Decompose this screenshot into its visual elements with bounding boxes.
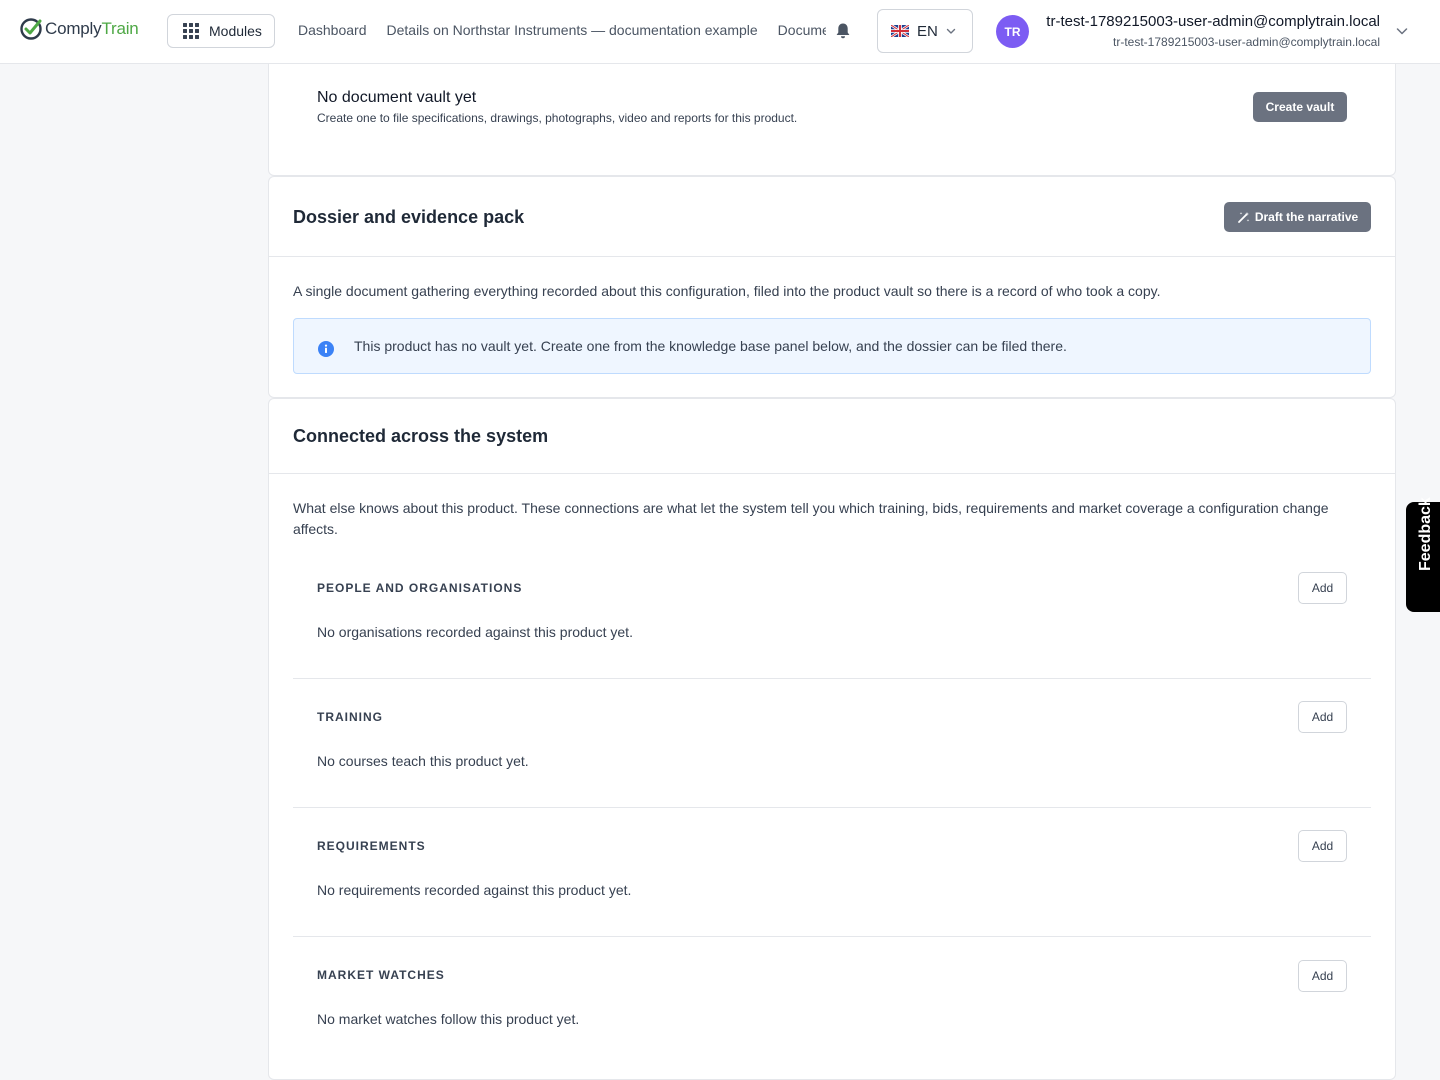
add-requirement-button[interactable]: Add xyxy=(1298,830,1347,862)
dossier-description: A single document gathering everything r… xyxy=(293,283,1161,299)
draft-narrative-label: Draft the narrative xyxy=(1254,210,1359,224)
breadcrumb-documentation[interactable]: Documentation xyxy=(778,22,826,42)
requirements-section: REQUIREMENTS Add No requirements recorde… xyxy=(293,808,1371,937)
draft-narrative-button[interactable]: Draft the narrative xyxy=(1224,202,1371,232)
brand-name: ComplyTrain xyxy=(45,19,139,38)
section-heading: PEOPLE AND ORGANISATIONS xyxy=(317,581,523,595)
feedback-tab[interactable]: Feedback xyxy=(1406,497,1440,612)
vault-empty-title: No document vault yet xyxy=(317,89,477,106)
add-organisation-button[interactable]: Add xyxy=(1298,572,1347,604)
info-message: This product has no vault yet. Create on… xyxy=(354,338,1067,354)
user-menu-chevron-icon[interactable] xyxy=(1395,24,1409,38)
breadcrumb-dashboard[interactable]: Dashboard xyxy=(298,22,367,42)
user-email: tr-test-1789215003-user-admin@complytrai… xyxy=(1113,35,1380,49)
add-market-watch-button[interactable]: Add xyxy=(1298,960,1347,992)
vault-empty-subtitle: Create one to file specifications, drawi… xyxy=(317,111,798,125)
dossier-title: Dossier and evidence pack xyxy=(293,207,525,227)
connected-title: Connected across the system xyxy=(293,426,549,446)
user-name[interactable]: tr-test-1789215003-user-admin@complytrai… xyxy=(1046,13,1380,30)
section-empty-state: No requirements recorded against this pr… xyxy=(317,882,632,898)
section-empty-state: No market watches follow this product ye… xyxy=(317,1011,580,1027)
create-vault-button[interactable]: Create vault xyxy=(1253,92,1347,122)
dossier-card: Dossier and evidence pack Draft the narr… xyxy=(268,176,1396,398)
people-organisations-section: PEOPLE AND ORGANISATIONS Add No organisa… xyxy=(293,550,1371,679)
section-empty-state: No organisations recorded against this p… xyxy=(317,624,633,640)
top-bar: ComplyTrain Modules Dashboard Details on… xyxy=(0,0,1440,64)
connected-description: What else knows about this product. Thes… xyxy=(293,500,1329,537)
language-label: EN xyxy=(917,22,938,40)
connected-card: Connected across the system What else kn… xyxy=(268,398,1396,1080)
grid-icon xyxy=(183,23,199,39)
breadcrumb: Dashboard Details on Northstar Instrumen… xyxy=(298,22,826,42)
section-heading: TRAINING xyxy=(317,710,383,724)
section-heading: MARKET WATCHES xyxy=(317,968,445,982)
modules-label: Modules xyxy=(209,23,262,39)
chevron-down-icon xyxy=(946,28,956,34)
language-select[interactable]: EN xyxy=(877,9,973,53)
info-icon xyxy=(318,341,334,357)
training-section: TRAINING Add No courses teach this produ… xyxy=(293,679,1371,808)
avatar[interactable]: TR xyxy=(996,15,1029,48)
brand-logo[interactable]: ComplyTrain xyxy=(19,17,139,41)
modules-button[interactable]: Modules xyxy=(167,14,275,48)
check-circle-logo-icon xyxy=(20,18,42,40)
uk-flag-icon xyxy=(891,25,909,37)
connected-card-header: Connected across the system xyxy=(269,399,1395,474)
market-watches-section: MARKET WATCHES Add No market watches fol… xyxy=(293,937,1371,1066)
bell-icon[interactable] xyxy=(835,22,851,40)
section-empty-state: No courses teach this product yet. xyxy=(317,753,529,769)
breadcrumb-product-details[interactable]: Details on Northstar Instruments — docum… xyxy=(387,22,758,42)
section-heading: REQUIREMENTS xyxy=(317,839,426,853)
no-vault-info-alert: This product has no vault yet. Create on… xyxy=(293,318,1371,374)
dossier-card-header: Dossier and evidence pack Draft the narr… xyxy=(269,177,1395,257)
add-training-button[interactable]: Add xyxy=(1298,701,1347,733)
feedback-label: Feedback xyxy=(1417,497,1434,571)
magic-wand-icon xyxy=(1237,211,1250,223)
